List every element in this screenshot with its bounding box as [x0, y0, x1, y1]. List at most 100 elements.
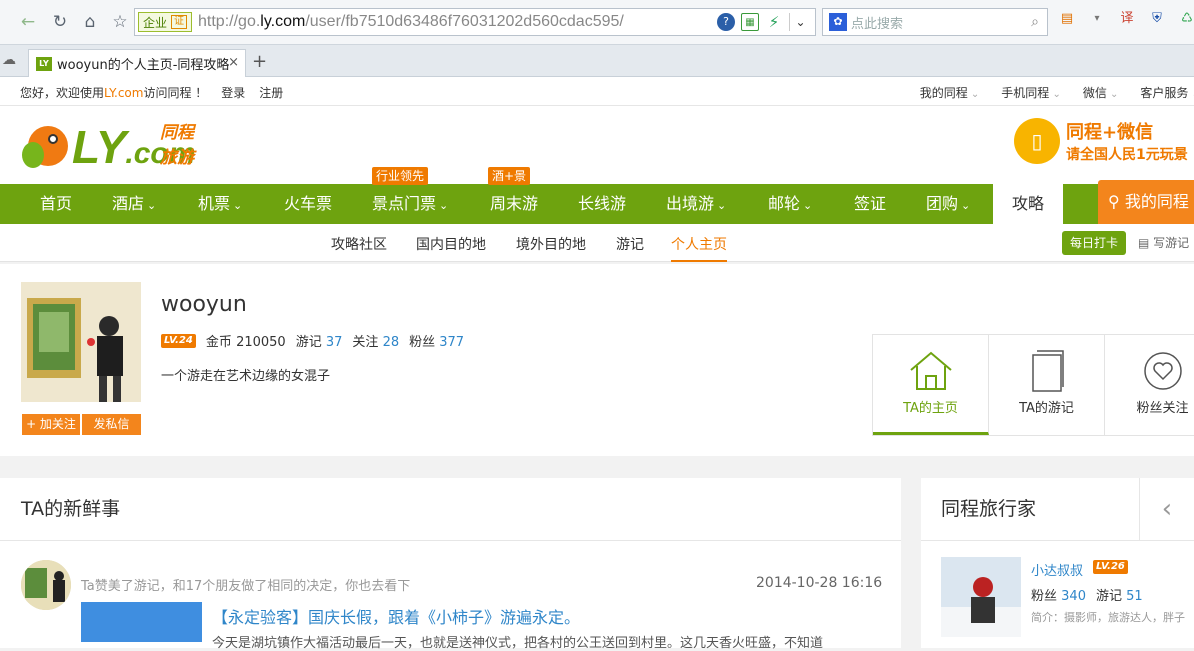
- tab-label: TA的主页: [903, 401, 958, 416]
- new-tab-button[interactable]: +: [252, 51, 267, 72]
- wechat-link[interactable]: 微信: [1083, 84, 1119, 101]
- nav-visa[interactable]: 签证: [854, 184, 886, 224]
- nav-home[interactable]: 首页: [40, 184, 72, 224]
- nav-group-buy[interactable]: 团购 ⌄: [926, 184, 970, 224]
- following-label: 关注: [352, 335, 379, 350]
- dropdown-icon[interactable]: ▾: [1088, 10, 1106, 28]
- search-icon[interactable]: ⌕: [1031, 14, 1039, 30]
- username: wooyun: [161, 292, 247, 317]
- chevron-down-icon: ⌄: [147, 199, 157, 212]
- following-count[interactable]: 关注 28: [352, 331, 399, 350]
- tab-fans[interactable]: 粉丝关注: [1105, 335, 1194, 435]
- traveler-name[interactable]: 小达叔叔: [1031, 560, 1083, 579]
- welcome-prefix: 您好，欢迎使用: [20, 86, 105, 100]
- tab-bar: ☁ LY wooyun的个人主页-同程攻略 × +: [0, 45, 1194, 77]
- my-tongcheng-button[interactable]: ⚲ 我的同程: [1098, 180, 1194, 224]
- fans-count[interactable]: 粉丝 377: [409, 331, 464, 350]
- subnav-profile[interactable]: 个人主页: [671, 234, 727, 262]
- nav-hotel[interactable]: 酒店 ⌄: [112, 184, 156, 224]
- star-icon[interactable]: ☆: [108, 10, 132, 34]
- welcome-brand[interactable]: LY.com: [104, 86, 143, 100]
- write-note-link[interactable]: ▤ 写游记: [1138, 234, 1189, 251]
- following-value: 28: [382, 335, 400, 350]
- tab-home[interactable]: TA的主页: [873, 335, 989, 435]
- nav-cruise[interactable]: 邮轮 ⌄: [768, 184, 812, 224]
- nav-label: 团购: [926, 194, 959, 213]
- feed-title-link[interactable]: 【永定验客】国庆长假，跟着《小柿子》游遍永定。: [212, 604, 580, 628]
- follow-button[interactable]: + 加关注: [22, 414, 80, 435]
- chevron-down-icon: ⌄: [961, 199, 971, 212]
- traveler-avatar[interactable]: [941, 557, 1021, 637]
- user-stats: LV.24 金币 210050 游记 37 关注 28 粉丝 377: [161, 331, 464, 350]
- divider: [0, 540, 901, 541]
- subnav-overseas[interactable]: 境外目的地: [516, 234, 586, 254]
- nav-scenic[interactable]: 景点门票 ⌄ 行业领先: [372, 167, 448, 224]
- nav-guides[interactable]: 攻略: [993, 184, 1063, 224]
- nav-flights[interactable]: 机票 ⌄: [198, 184, 242, 224]
- cert-badge[interactable]: 企业证: [138, 12, 193, 32]
- tab-notes[interactable]: TA的游记: [989, 335, 1105, 435]
- tab-favicon: LY: [36, 56, 52, 71]
- subnav-domestic[interactable]: 国内目的地: [416, 234, 486, 254]
- subnav-notes[interactable]: 游记: [616, 234, 644, 254]
- nav-outbound[interactable]: 出境游 ⌄: [666, 184, 726, 224]
- lightning-icon[interactable]: ⚡: [765, 13, 783, 31]
- mobile-link[interactable]: 手机同程: [1001, 84, 1061, 101]
- nav-weekend[interactable]: 周末游 酒+景: [488, 167, 539, 224]
- coins-value: 210050: [236, 335, 286, 350]
- logo-subtitle: 同程旅游: [160, 123, 194, 168]
- feed-thumbnail[interactable]: [81, 602, 202, 642]
- customer-service-link[interactable]: 客户服务: [1140, 84, 1194, 101]
- message-button[interactable]: 发私信: [82, 414, 141, 435]
- refresh-icon[interactable]: ↻: [48, 10, 72, 34]
- feed-avatar[interactable]: [21, 560, 71, 610]
- back-arrow-icon[interactable]: ←: [16, 10, 40, 34]
- close-icon[interactable]: ×: [228, 55, 239, 70]
- nav-long-trip[interactable]: 长线游: [578, 184, 626, 224]
- sub-nav: 攻略社区 国内目的地 境外目的地 游记 个人主页 每日打卡 ▤ 写游记: [0, 224, 1194, 262]
- chevron-down-icon: ⌄: [717, 199, 727, 212]
- subnav-community[interactable]: 攻略社区: [331, 234, 387, 254]
- qrcode-icon[interactable]: ▦: [741, 13, 759, 31]
- my-tongcheng-link[interactable]: 我的同程: [920, 84, 980, 101]
- browser-tab[interactable]: LY wooyun的个人主页-同程攻略 ×: [28, 49, 246, 77]
- main-nav: 首页 酒店 ⌄ 机票 ⌄ 火车票 景点门票 ⌄ 行业领先 周末游 酒+景 长线游 出境游 ⌄…: [0, 167, 1194, 224]
- note-icon: ▤: [1138, 236, 1154, 250]
- banner-line1: 同程+微信: [1066, 122, 1154, 143]
- cert-mark: 证: [171, 15, 188, 29]
- chevron-left-icon[interactable]: ‹: [1139, 478, 1194, 540]
- banner-line2: 请全国人民1元玩景: [1066, 147, 1188, 163]
- notes-value: 37: [325, 335, 343, 350]
- document-icon: [1031, 350, 1064, 392]
- help-icon[interactable]: ?: [717, 13, 735, 31]
- my-tongcheng-label: 我的同程: [1124, 192, 1189, 211]
- traveler-intro: 简介：摄影师，旅游达人，胖子: [1031, 611, 1185, 624]
- chevron-down-icon[interactable]: ⌄: [789, 13, 811, 31]
- nav-label: 周末游: [490, 194, 539, 213]
- web-page: 您好，欢迎使用LY.com访问同程 ！ 登录 注册 我的同程 手机同程 微信 客…: [0, 77, 1194, 651]
- home-icon[interactable]: ⌂: [78, 10, 102, 34]
- apps-grid-icon[interactable]: ▤: [1058, 10, 1076, 28]
- welcome-text: 您好，欢迎使用LY.com访问同程 ！: [20, 84, 207, 101]
- notes-count[interactable]: 游记 37: [296, 331, 343, 350]
- translate-icon[interactable]: 译: [1118, 10, 1136, 28]
- browser-toolbar: ← ↻ ⌂ ☆ 企业证 http://go.ly.com/user/fb7510…: [0, 0, 1194, 45]
- shield-icon[interactable]: ⛨: [1148, 10, 1166, 28]
- user-icon: ⚲: [1108, 192, 1125, 211]
- cloud-icon[interactable]: ☁: [2, 52, 16, 68]
- login-link[interactable]: 登录: [221, 84, 245, 101]
- nav-label: 出境游: [666, 194, 715, 213]
- avatar[interactable]: [21, 282, 141, 402]
- phone-icon: ▯: [1014, 118, 1060, 164]
- nav-train[interactable]: 火车票: [284, 184, 332, 224]
- write-note-label: 写游记: [1153, 236, 1190, 250]
- url-text[interactable]: http://go.ly.com/user/fb7510d63486f76031…: [198, 13, 624, 31]
- security-icon[interactable]: ♺: [1178, 10, 1194, 28]
- daily-checkin-button[interactable]: 每日打卡: [1062, 231, 1127, 255]
- register-link[interactable]: 注册: [259, 84, 283, 101]
- address-bar[interactable]: 企业证 http://go.ly.com/user/fb7510d63486f7…: [134, 8, 816, 36]
- tab-label: 粉丝关注: [1136, 401, 1189, 416]
- site-logo[interactable]: LY .com 同程旅游: [22, 120, 195, 170]
- wechat-banner[interactable]: ▯ 同程+微信 请全国人民1元玩景: [1014, 118, 1188, 164]
- search-box[interactable]: ✿ 点此搜索 ⌕: [822, 8, 1048, 36]
